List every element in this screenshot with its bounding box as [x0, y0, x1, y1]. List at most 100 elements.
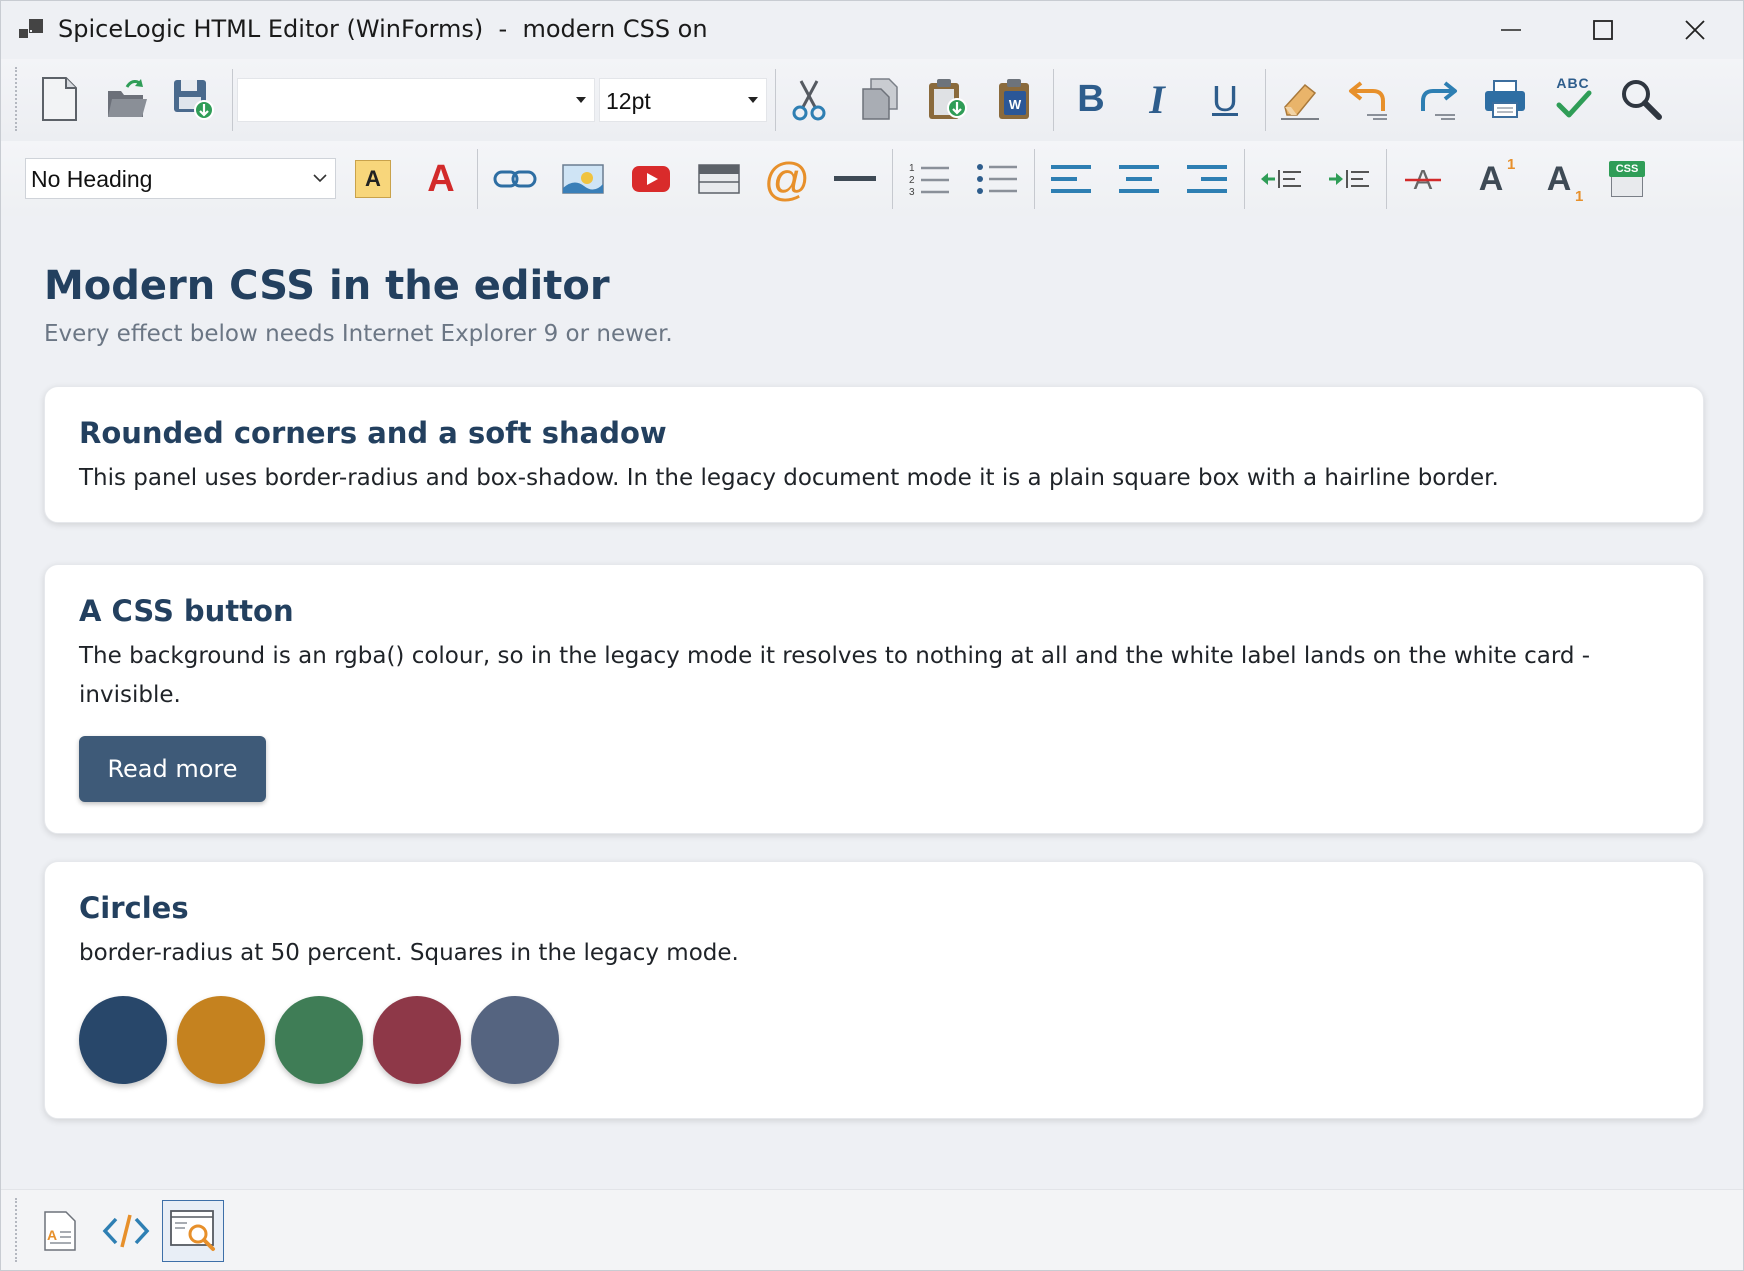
open-folder-icon — [108, 79, 147, 117]
new-document-button[interactable] — [33, 73, 85, 125]
main-toolbar: 12pt W B I U ABC — [1, 59, 1743, 142]
superscript-button[interactable]: A 1 — [1465, 153, 1517, 205]
design-view-icon: A — [44, 1211, 76, 1251]
font-color-icon: A — [427, 157, 455, 200]
svg-text:3: 3 — [909, 187, 915, 197]
design-view-button[interactable]: A — [29, 1200, 91, 1262]
spell-check-button[interactable]: ABC — [1547, 73, 1599, 125]
toolbar-separator — [232, 69, 233, 131]
outdent-icon — [1261, 170, 1301, 188]
card-circles: Circles border-radius at 50 percent. Squ… — [44, 861, 1704, 1119]
preview-view-icon — [170, 1210, 215, 1251]
align-center-icon — [1119, 165, 1159, 193]
ordered-list-button[interactable]: 1 2 3 — [903, 153, 955, 205]
strikethrough-button[interactable]: A — [1397, 153, 1449, 205]
read-more-button[interactable]: Read more — [79, 736, 266, 802]
toolbar-separator — [477, 149, 478, 209]
italic-button[interactable]: I — [1131, 73, 1183, 125]
undo-button[interactable] — [1343, 73, 1395, 125]
align-left-button[interactable] — [1045, 153, 1097, 205]
horizontal-rule-icon — [834, 176, 876, 181]
editor-canvas[interactable]: Modern CSS in the editor Every effect be… — [3, 216, 1743, 1189]
insert-table-icon — [698, 164, 740, 194]
underline-button[interactable]: U — [1199, 73, 1251, 125]
toolbar-separator — [775, 69, 776, 131]
insert-youtube-button[interactable] — [625, 153, 677, 205]
close-button[interactable] — [1651, 1, 1739, 59]
toolbar-separator — [1053, 69, 1054, 131]
clear-format-icon — [1281, 83, 1319, 120]
toolbar-separator — [1265, 69, 1266, 131]
toolbar-grip[interactable] — [15, 1198, 19, 1262]
print-button[interactable] — [1479, 73, 1531, 125]
italic-icon: I — [1149, 76, 1165, 122]
app-window: SpiceLogic HTML Editor (WinForms) - mode… — [0, 0, 1744, 1271]
chevron-down-icon — [748, 97, 758, 103]
subscript-glyph: A — [1546, 159, 1572, 198]
subscript-number: 1 — [1574, 187, 1584, 205]
superscript-number: 1 — [1506, 155, 1516, 173]
save-button[interactable] — [167, 73, 219, 125]
css-button[interactable]: CSS — [1601, 153, 1653, 205]
highlight-color-button[interactable]: A — [347, 153, 399, 205]
toolbar-separator — [892, 149, 893, 209]
paste-button[interactable] — [921, 73, 973, 125]
unordered-list-button[interactable] — [971, 153, 1023, 205]
indent-button[interactable] — [1323, 153, 1375, 205]
maximize-button[interactable] — [1559, 1, 1647, 59]
align-center-button[interactable] — [1113, 153, 1165, 205]
ordered-list-icon: 1 2 3 — [909, 163, 949, 197]
toolbar-grip[interactable] — [15, 67, 19, 131]
minimize-button[interactable] — [1467, 1, 1555, 59]
insert-email-icon: @ — [763, 153, 811, 205]
strikethrough-icon: A — [1405, 164, 1441, 195]
insert-image-icon — [562, 164, 604, 194]
preview-view-button[interactable] — [162, 1200, 224, 1262]
css-glyph: CSS — [1615, 163, 1639, 175]
insert-image-button[interactable] — [557, 153, 609, 205]
redo-icon — [1421, 81, 1457, 120]
font-color-button[interactable]: A — [415, 153, 467, 205]
find-icon — [1622, 80, 1662, 120]
save-icon — [174, 80, 214, 120]
bold-icon: B — [1077, 77, 1105, 120]
svg-text:1: 1 — [909, 163, 915, 174]
horizontal-rule-button[interactable] — [829, 153, 881, 205]
highlight-glyph: A — [365, 166, 381, 191]
hyperlink-button[interactable] — [489, 153, 541, 205]
card-text: The background is an rgba() colour, so i… — [79, 643, 1591, 708]
card-text: This panel uses border-radius and box-sh… — [79, 465, 1499, 491]
source-view-button[interactable] — [95, 1200, 157, 1262]
copy-button[interactable] — [853, 73, 905, 125]
heading-combo[interactable]: No Heading — [25, 158, 336, 199]
toolbar-separator — [1244, 149, 1245, 209]
outdent-button[interactable] — [1255, 153, 1307, 205]
highlight-color-icon: A — [355, 160, 391, 198]
cut-button[interactable] — [783, 73, 835, 125]
title-bar: SpiceLogic HTML Editor (WinForms) - mode… — [1, 1, 1743, 59]
align-right-button[interactable] — [1181, 153, 1233, 205]
font-name-combo[interactable] — [237, 78, 595, 122]
svg-text:W: W — [1009, 97, 1022, 112]
align-left-icon — [1051, 165, 1091, 193]
clear-format-button[interactable] — [1273, 73, 1325, 125]
open-button[interactable] — [101, 73, 153, 125]
heading-value: No Heading — [31, 166, 153, 192]
card-css-button: A CSS button The background is an rgba()… — [44, 564, 1704, 834]
font-size-combo[interactable]: 12pt — [599, 78, 767, 122]
paste-from-word-button[interactable]: W — [989, 73, 1041, 125]
color-circle — [471, 996, 559, 1084]
insert-table-button[interactable] — [693, 153, 745, 205]
indent-icon — [1329, 170, 1369, 188]
insert-email-button[interactable]: @ — [761, 153, 813, 205]
bold-button[interactable]: B — [1065, 73, 1117, 125]
view-mode-bar: A — [1, 1189, 1743, 1270]
subscript-button[interactable]: A 1 — [1533, 153, 1585, 205]
underline-icon: U — [1212, 78, 1238, 119]
spell-check-label: ABC — [1556, 75, 1590, 91]
paste-icon — [929, 79, 967, 119]
card-rounded-corners: Rounded corners and a soft shadow This p… — [44, 386, 1704, 523]
insert-youtube-icon — [632, 166, 670, 192]
redo-button[interactable] — [1411, 73, 1463, 125]
find-button[interactable] — [1615, 73, 1667, 125]
